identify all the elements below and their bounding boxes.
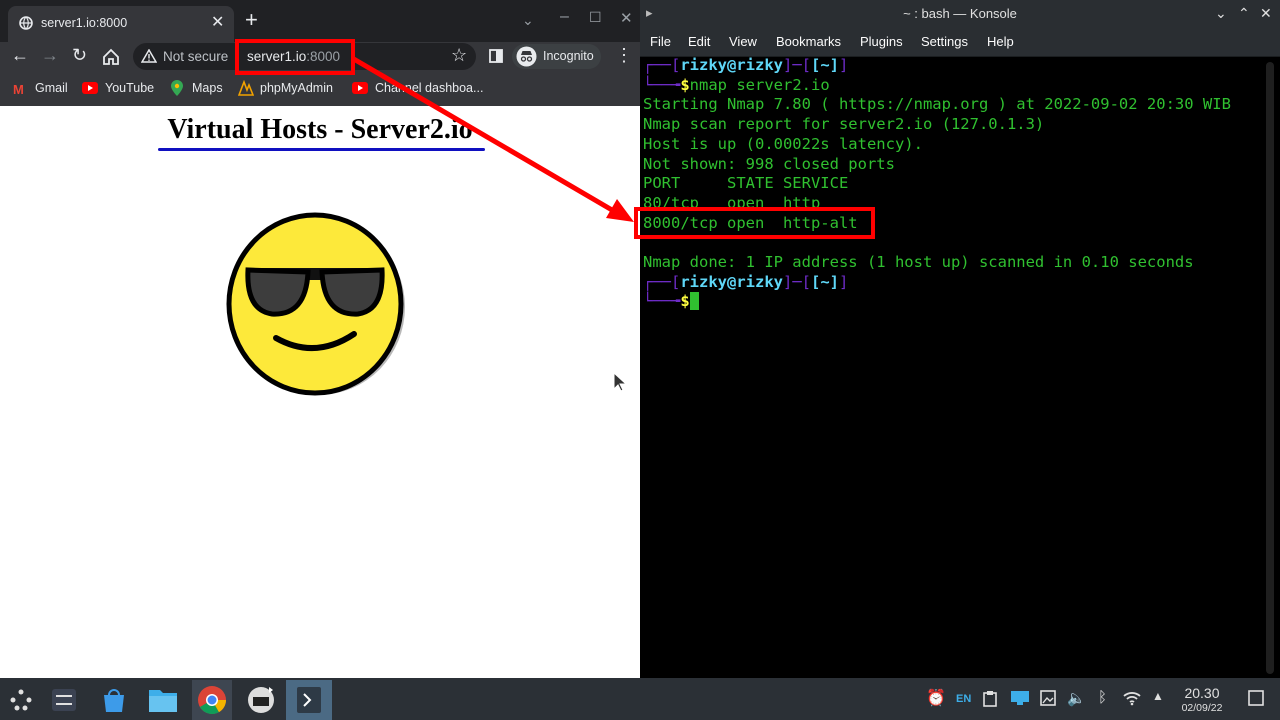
menu-view[interactable]: View [729,34,757,49]
terminal-cursor [689,292,700,311]
output-line: Starting Nmap 7.80 ( https://nmap.org ) … [643,95,1231,114]
system-tray-expand-icon[interactable]: ▲ [1152,689,1164,703]
forward-icon[interactable]: → [41,45,59,66]
page-title: Virtual Hosts - Server2.io [167,114,473,145]
smiley-sunglasses-image [226,212,405,396]
menu-plugins[interactable]: Plugins [860,34,903,49]
bookmark-phpmyadmin[interactable]: phpMyAdmin [260,81,333,95]
bookmark-maps[interactable]: Maps [192,81,223,95]
menu-bookmarks[interactable]: Bookmarks [776,34,841,49]
security-chip[interactable]: Not secure [163,49,228,64]
command-line: └──╼$nmap server2.io [643,75,830,94]
prompt-dir: [~] [811,272,839,291]
discover-store-icon[interactable] [100,686,128,714]
prompt-dir: [~] [811,56,839,74]
prompt-line-2: ┌──[rizky@rizky]─[[~]] [643,272,849,291]
mouse-cursor-icon [613,372,627,392]
terminal-output[interactable]: ┌──[rizky@rizky]─[[~]] └──╼$nmap server2.… [643,56,1231,312]
command-text: nmap server2.io [689,75,830,94]
globe-icon [19,16,33,30]
konsole-titlebar: ▸ ~ : bash — Konsole ⌄ ⌃ ✕ [640,0,1280,30]
system-settings-icon[interactable] [50,686,78,714]
maximize-icon[interactable]: ☐ [589,9,602,26]
phpmyadmin-icon [238,80,254,96]
prompt-line-1: ┌──[rizky@rizky]─[[~]] [643,56,849,74]
menu-file[interactable]: File [650,34,671,49]
konsole-maximize-icon[interactable]: ⌃ [1238,5,1250,22]
bookmark-youtube[interactable]: YouTube [105,81,154,95]
output-line: Nmap scan report for server2.io (127.0.1… [643,115,1045,134]
side-panel-icon[interactable] [489,49,503,63]
input-line: └──╼$ [643,292,1231,312]
prompt-user: rizky@rizky [680,56,783,74]
browser-tab[interactable]: server1.io:8000 ✕ [8,6,234,42]
konsole-title: ~ : bash — Konsole [903,6,1017,21]
menu-icon[interactable]: ⋮ [615,45,633,66]
url-highlight-box [235,39,355,75]
clipboard-icon[interactable] [983,691,997,707]
minimize-icon[interactable]: – [560,8,569,26]
gmail-icon: M [13,82,24,97]
bookmark-star-icon[interactable]: ☆ [451,45,467,66]
bookmark-channel-dashboard[interactable]: Channel dashboa... [375,81,483,95]
youtube-icon [82,82,98,94]
reload-icon[interactable]: ↻ [72,45,87,66]
output-line: Host is up (0.00022s latency). [643,134,923,153]
keyboard-layout-indicator[interactable]: EN [956,693,971,705]
menu-settings[interactable]: Settings [921,34,968,49]
file-manager-icon[interactable] [148,686,178,714]
tab-close-icon[interactable]: ✕ [211,12,224,32]
kde-connect-icon[interactable] [1010,690,1030,706]
volume-icon[interactable]: 🔈 [1067,689,1086,707]
incognito-label: Incognito [543,49,594,63]
screen-recorder-icon[interactable] [245,683,279,717]
tab-title: server1.io:8000 [41,16,128,30]
clock-date[interactable]: 02/09/22 [1175,702,1229,714]
output-line: Not shown: 998 closed ports [643,154,895,173]
menu-edit[interactable]: Edit [688,34,710,49]
output-line: PORT STATE SERVICE [643,174,849,193]
show-desktop-icon[interactable] [1248,690,1264,706]
title-underline [158,148,485,151]
chrome-icon [198,686,226,714]
konsole-close-icon[interactable]: ✕ [1260,5,1272,22]
notifications-icon[interactable]: ⏰ [926,688,946,708]
bookmark-gmail[interactable]: Gmail [35,81,68,95]
clock-time[interactable]: 20.30 [1180,685,1224,701]
bluetooth-icon[interactable]: ᛒ [1098,689,1107,706]
warning-icon[interactable] [141,49,157,63]
prompt-user: rizky@rizky [680,272,783,291]
port-highlight-box [634,207,875,239]
output-line: Nmap done: 1 IP address (1 host up) scan… [643,253,1194,272]
konsole-icon [297,687,321,713]
application-launcher-icon[interactable] [8,687,34,713]
menu-help[interactable]: Help [987,34,1014,49]
terminal-scrollbar[interactable] [1266,62,1274,674]
window-close-icon[interactable]: ✕ [620,9,633,27]
new-tab-button[interactable]: + [245,9,258,31]
konsole-minimize-icon[interactable]: ⌄ [1215,5,1227,22]
maps-icon [171,80,183,96]
home-icon[interactable] [102,48,120,66]
tab-search-icon[interactable]: ⌄ [522,12,534,29]
youtube-studio-icon [352,82,368,94]
screenshot-icon[interactable] [1040,690,1056,706]
back-icon[interactable]: ← [11,45,29,66]
wifi-icon[interactable] [1122,690,1142,706]
incognito-icon [516,46,537,67]
